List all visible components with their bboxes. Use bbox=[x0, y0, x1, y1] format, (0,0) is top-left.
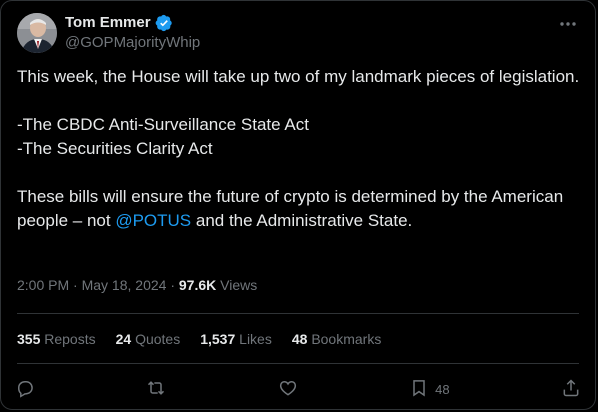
author-name[interactable]: Tom Emmer bbox=[65, 13, 151, 33]
reposts-label: Reposts bbox=[44, 331, 96, 347]
quotes-count: 24 bbox=[115, 331, 132, 347]
tweet-time[interactable]: 2:00 PM bbox=[17, 277, 69, 293]
views-count: 97.6K bbox=[178, 277, 217, 293]
share-button[interactable] bbox=[561, 378, 581, 401]
author-handle[interactable]: @GOPMajorityWhip bbox=[65, 33, 200, 53]
share-icon bbox=[561, 378, 581, 401]
bookmark-count: 48 bbox=[435, 381, 450, 397]
divider bbox=[17, 363, 579, 364]
tweet-date[interactable]: May 18, 2024 bbox=[82, 277, 167, 293]
likes-label: Likes bbox=[239, 331, 272, 347]
tweet-line-closing: These bills will ensure the future of cr… bbox=[17, 185, 583, 233]
likes-stat[interactable]: 1,537 Likes bbox=[200, 329, 272, 349]
quotes-stat[interactable]: 24 Quotes bbox=[116, 329, 181, 349]
divider bbox=[17, 313, 579, 314]
reposts-count: 355 bbox=[17, 331, 41, 347]
verified-badge-icon bbox=[155, 14, 173, 32]
views-label: Views bbox=[216, 277, 258, 293]
meta-separator: · bbox=[69, 277, 82, 293]
tweet-bill-1: -The CBDC Anti-Surveillance State Act bbox=[17, 115, 309, 134]
bookmark-button[interactable]: 48 bbox=[409, 378, 450, 401]
avatar-image bbox=[17, 13, 57, 53]
author-name-row: Tom Emmer bbox=[65, 13, 173, 33]
tweet-bill-2: -The Securities Clarity Act bbox=[17, 139, 213, 158]
avatar[interactable] bbox=[17, 13, 57, 53]
tweet-meta: 2:00 PM · May 18, 2024 · 97.6K Views bbox=[17, 275, 257, 295]
bookmark-icon bbox=[409, 378, 429, 401]
closing-text-end: and the Administrative State. bbox=[191, 211, 413, 230]
tweet-text: This week, the House will take up two of… bbox=[17, 65, 583, 233]
reply-icon bbox=[15, 378, 35, 401]
engagement-stats: 355 Reposts 24 Quotes 1,537 Likes 48 Boo… bbox=[17, 329, 381, 349]
reposts-stat[interactable]: 355 Reposts bbox=[17, 329, 96, 349]
repost-icon bbox=[146, 378, 166, 401]
bookmarks-stat[interactable]: 48 Bookmarks bbox=[292, 329, 382, 349]
bookmarks-count: 48 bbox=[291, 331, 308, 347]
likes-count: 1,537 bbox=[200, 331, 236, 347]
meta-separator: · bbox=[166, 277, 179, 293]
tweet-card: Tom Emmer @GOPMajorityWhip This week, th… bbox=[0, 0, 596, 410]
action-bar: 48 bbox=[15, 375, 581, 403]
like-button[interactable] bbox=[278, 378, 298, 401]
reply-button[interactable] bbox=[15, 378, 35, 401]
mention-link[interactable]: @POTUS bbox=[115, 211, 191, 230]
repost-button[interactable] bbox=[146, 378, 166, 401]
quotes-label: Quotes bbox=[135, 331, 181, 347]
tweet-line-intro: This week, the House will take up two of… bbox=[17, 67, 580, 86]
more-options-icon[interactable] bbox=[557, 13, 579, 35]
like-icon bbox=[278, 378, 298, 401]
bookmarks-label: Bookmarks bbox=[311, 331, 382, 347]
